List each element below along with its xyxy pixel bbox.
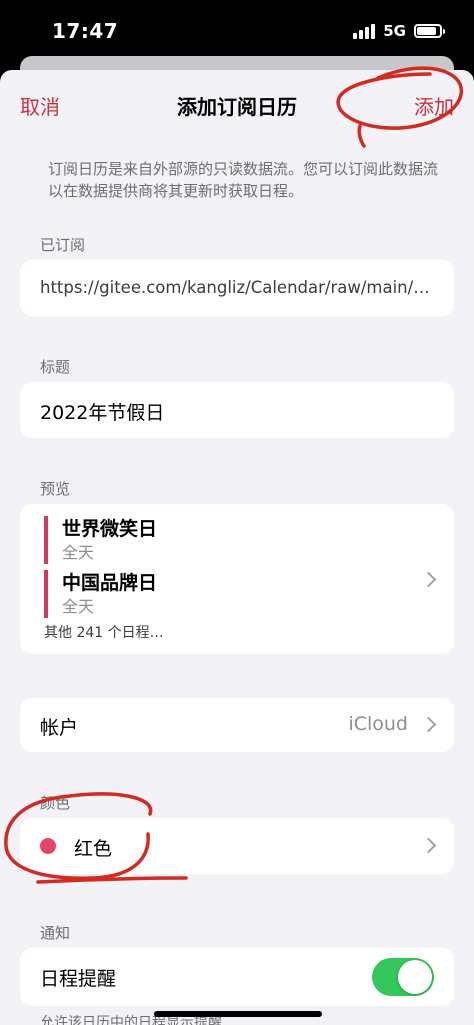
title-label: 标题	[40, 358, 71, 376]
chevron-right-icon	[420, 837, 437, 854]
color-swatch	[40, 838, 56, 854]
account-label: 帐户	[40, 717, 79, 739]
battery-icon	[414, 24, 445, 38]
title-field[interactable]: 2022年节假日	[20, 382, 454, 438]
subscribed-label: 已订阅	[40, 236, 86, 254]
toggle-knob	[398, 960, 432, 994]
home-indicator[interactable]	[154, 1011, 322, 1017]
preview-event: 世界微笑日 全天	[44, 516, 157, 564]
color-label: 颜色	[40, 794, 71, 812]
status-indicators: 5G	[353, 22, 445, 40]
add-subscription-sheet: 取消 添加订阅日历 添加 订阅日历是来自外部源的只读数据流。您可以订阅此数据流以…	[0, 70, 474, 1025]
network-label: 5G	[383, 22, 406, 40]
signal-icon	[353, 23, 376, 39]
chevron-right-icon	[420, 716, 437, 733]
subscribed-url-field[interactable]: https://gitee.com/kangliz/Calendar/raw/m…	[20, 260, 454, 316]
reminder-label: 日程提醒	[40, 968, 117, 990]
account-row[interactable]: 帐户 iCloud	[20, 698, 454, 752]
account-value: iCloud	[348, 713, 408, 735]
chevron-right-icon	[420, 571, 437, 588]
event-time: 全天	[62, 543, 95, 562]
page-title: 添加订阅日历	[177, 95, 297, 119]
status-bar: 17:47 5G	[0, 0, 474, 62]
reminder-toggle[interactable]	[372, 958, 434, 996]
event-name: 中国品牌日	[62, 572, 158, 594]
event-time: 全天	[62, 597, 95, 616]
description-text: 订阅日历是来自外部源的只读数据流。您可以订阅此数据流以在数据提供商将其更新时获取…	[48, 160, 439, 200]
notify-label: 通知	[40, 924, 71, 942]
add-button[interactable]: 添加	[414, 91, 454, 120]
battery-level	[417, 27, 436, 35]
color-row[interactable]: 红色	[20, 818, 454, 874]
navigation-bar: 取消 添加订阅日历 添加	[0, 70, 474, 136]
preview-label: 预览	[40, 480, 71, 498]
event-name: 世界微笑日	[62, 518, 158, 540]
color-value: 红色	[74, 838, 113, 860]
status-time: 17:47	[52, 19, 119, 43]
reminder-row: 日程提醒	[20, 948, 454, 1006]
title-value: 2022年节假日	[40, 402, 165, 424]
subscribed-url-text: https://gitee.com/kangliz/Calendar/raw/m…	[40, 278, 436, 297]
preview-event: 中国品牌日 全天	[44, 570, 157, 618]
preview-card[interactable]: 世界微笑日 全天 中国品牌日 全天 其他 241 个日程…	[20, 504, 454, 654]
preview-more-text: 其他 241 个日程…	[44, 625, 164, 641]
